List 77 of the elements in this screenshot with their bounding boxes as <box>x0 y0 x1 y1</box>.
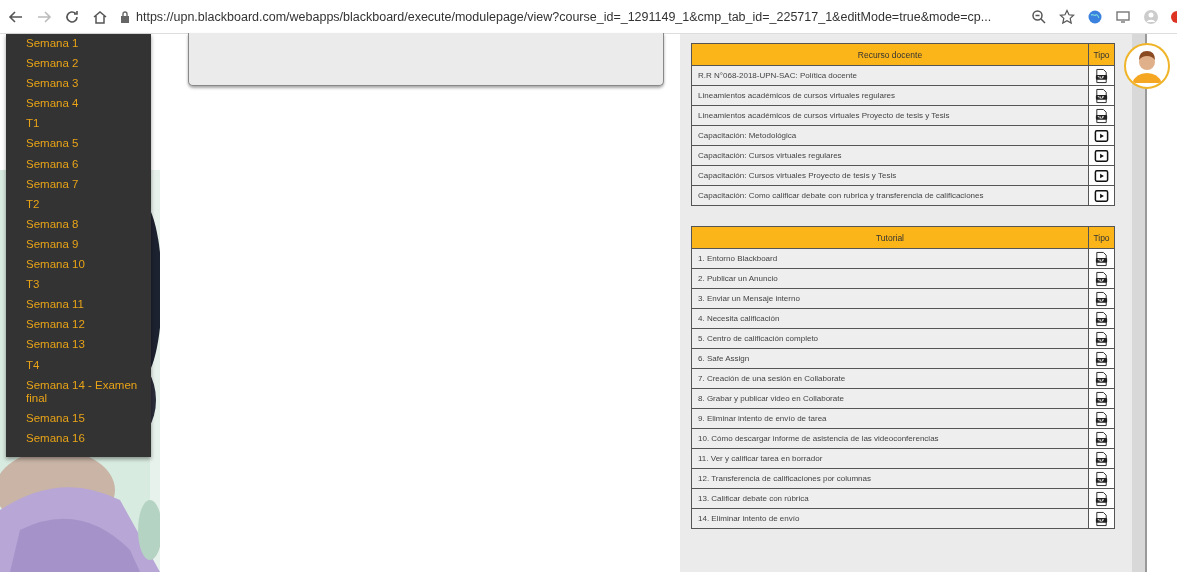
reload-icon[interactable] <box>64 8 80 25</box>
column-header: Recurso docente <box>691 43 1089 66</box>
lock-icon[interactable] <box>120 10 130 23</box>
menu-item[interactable]: T1 <box>6 114 151 135</box>
resource-link[interactable]: 8. Grabar y publicar video en Collaborate <box>691 388 1089 409</box>
play-icon[interactable] <box>1094 187 1109 204</box>
menu-item[interactable]: Semana 5 <box>6 134 151 155</box>
menu-item[interactable]: Semana 16 <box>6 429 151 450</box>
resource-link[interactable]: Capacitación: Cursos virtuales regulares <box>691 145 1089 166</box>
pdf-file-icon[interactable] <box>1094 490 1109 507</box>
pdf-file-icon[interactable] <box>1094 107 1109 124</box>
column-header: Tutorial <box>691 226 1089 249</box>
pdf-file-icon[interactable] <box>1094 290 1109 307</box>
resource-link[interactable]: Capacitación: Cursos virtuales Proyecto de tesis y Tesis <box>691 165 1089 186</box>
menu-item[interactable]: T2 <box>6 194 151 215</box>
menu-item[interactable]: Semana 9 <box>6 234 151 256</box>
menu-item[interactable]: Semana 13 <box>6 335 151 356</box>
menu-item[interactable]: Semana 7 <box>6 174 151 195</box>
avatar-icon[interactable] <box>1124 43 1170 89</box>
pdf-file-icon[interactable] <box>1094 310 1109 327</box>
menu-item[interactable]: T3 <box>6 275 151 296</box>
play-icon[interactable] <box>1094 147 1109 164</box>
resource-link[interactable]: 11. Ver y calificar tarea en borrador <box>691 448 1089 469</box>
pdf-file-icon[interactable] <box>1094 510 1109 527</box>
menu-item[interactable]: Semana 4 <box>6 94 151 115</box>
address-bar-url[interactable]: https://upn.blackboard.com/webapps/blackboard/execute/modulepage/view?course_id=_1291149_1&cmp_tab_id=_225717_1&editMode=true&mode=cp... <box>136 9 992 24</box>
pdf-file-icon[interactable] <box>1094 87 1109 104</box>
column-header: Tipo <box>1088 43 1115 66</box>
play-icon[interactable] <box>1094 167 1109 184</box>
pdf-file-icon[interactable] <box>1094 410 1109 427</box>
pdf-file-icon[interactable] <box>1094 470 1109 487</box>
resource-link[interactable]: 4. Necesita calificación <box>691 308 1089 329</box>
menu-item[interactable]: Semana 10 <box>6 255 151 276</box>
pdf-file-icon[interactable] <box>1094 370 1109 387</box>
pdf-file-icon[interactable] <box>1094 350 1109 367</box>
scrollbar[interactable] <box>1132 34 1147 572</box>
resource-link[interactable]: Lineamientos académicos de cursos virtuales regulares <box>691 85 1089 106</box>
back-icon[interactable] <box>8 8 24 25</box>
pdf-file-icon[interactable] <box>1094 330 1109 347</box>
menu-item[interactable]: T4 <box>6 355 151 376</box>
menu-item[interactable]: Semana 11 <box>6 295 151 316</box>
resource-link[interactable]: 3. Enviar un Mensaje interno <box>691 288 1089 309</box>
globe-icon[interactable] <box>1087 8 1103 25</box>
menu-item[interactable]: Semana 2 <box>6 54 151 75</box>
resource-link[interactable]: 9. Eliminar intento de envío de tarea <box>691 408 1089 429</box>
resource-link[interactable]: 6. Safe Assign <box>691 348 1089 369</box>
zoom-icon[interactable] <box>1031 8 1047 25</box>
pdf-file-icon[interactable] <box>1094 270 1109 287</box>
play-icon[interactable] <box>1094 127 1109 144</box>
cast-icon[interactable] <box>1115 8 1131 25</box>
column-header: Tipo <box>1088 226 1115 249</box>
pdf-file-icon[interactable] <box>1094 67 1109 84</box>
resource-link[interactable]: 7. Creación de una sesión en Collaborate <box>691 368 1089 389</box>
resource-link[interactable]: Capacitación: Como calificar debate con rubrica y transferencia de calificaciones <box>691 185 1089 206</box>
resource-link[interactable]: 12. Transferencia de calificaciones por columnas <box>691 468 1089 489</box>
pdf-file-icon[interactable] <box>1094 390 1109 407</box>
menu-item[interactable]: Semana 1 <box>6 34 151 55</box>
resource-link[interactable]: Lineamientos académicos de cursos virtuales Proyecto de tesis y Tesis <box>691 105 1089 126</box>
pdf-file-icon[interactable] <box>1094 430 1109 447</box>
menu-item[interactable]: Semana 14 - Examen final <box>6 375 151 410</box>
resource-link[interactable]: 5. Centro de calificación completo <box>691 328 1089 349</box>
resource-link[interactable]: Capacitación: Metodológica <box>691 125 1089 146</box>
resource-link[interactable]: 13. Calificar debate con rúbrica <box>691 488 1089 509</box>
home-icon[interactable] <box>92 8 108 25</box>
pdf-file-icon[interactable] <box>1094 250 1109 267</box>
pdf-file-icon[interactable] <box>1094 450 1109 467</box>
resource-link[interactable]: R.R N°068-2018-UPN-SAC: Política docente <box>691 65 1089 86</box>
menu-item[interactable]: Semana 12 <box>6 315 151 336</box>
menu-item[interactable]: Semana 8 <box>6 214 151 235</box>
menu-item[interactable]: Semana 6 <box>6 154 151 175</box>
resource-link[interactable]: 14. Eliminar intento de envío <box>691 508 1089 529</box>
menu-item[interactable]: Semana 15 <box>6 409 151 430</box>
star-icon[interactable] <box>1059 8 1075 25</box>
resource-link[interactable]: 2. Publicar un Anuncio <box>691 268 1089 289</box>
menu-item[interactable]: Semana 3 <box>6 74 151 95</box>
resource-link[interactable]: 1. Entorno Blackboard <box>691 248 1089 269</box>
resource-link[interactable]: 10. Cómo descargar informe de asistencia de las videoconferencias <box>691 428 1089 449</box>
